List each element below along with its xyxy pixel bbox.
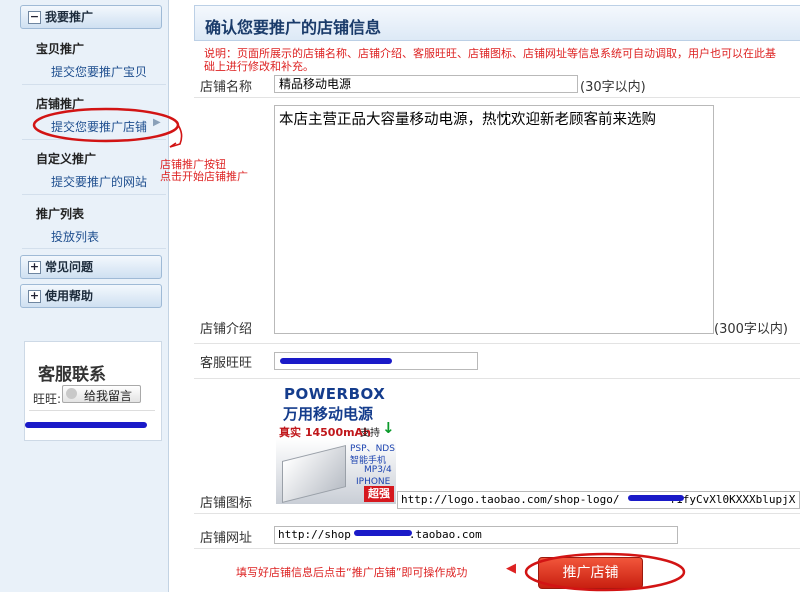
highlight-ellipse-shop-link bbox=[32, 107, 180, 143]
annotation-overlay bbox=[32, 107, 686, 592]
highlight-ellipse-submit bbox=[524, 552, 686, 592]
annotation-text-2: 点击开始店铺推广 bbox=[160, 170, 248, 183]
